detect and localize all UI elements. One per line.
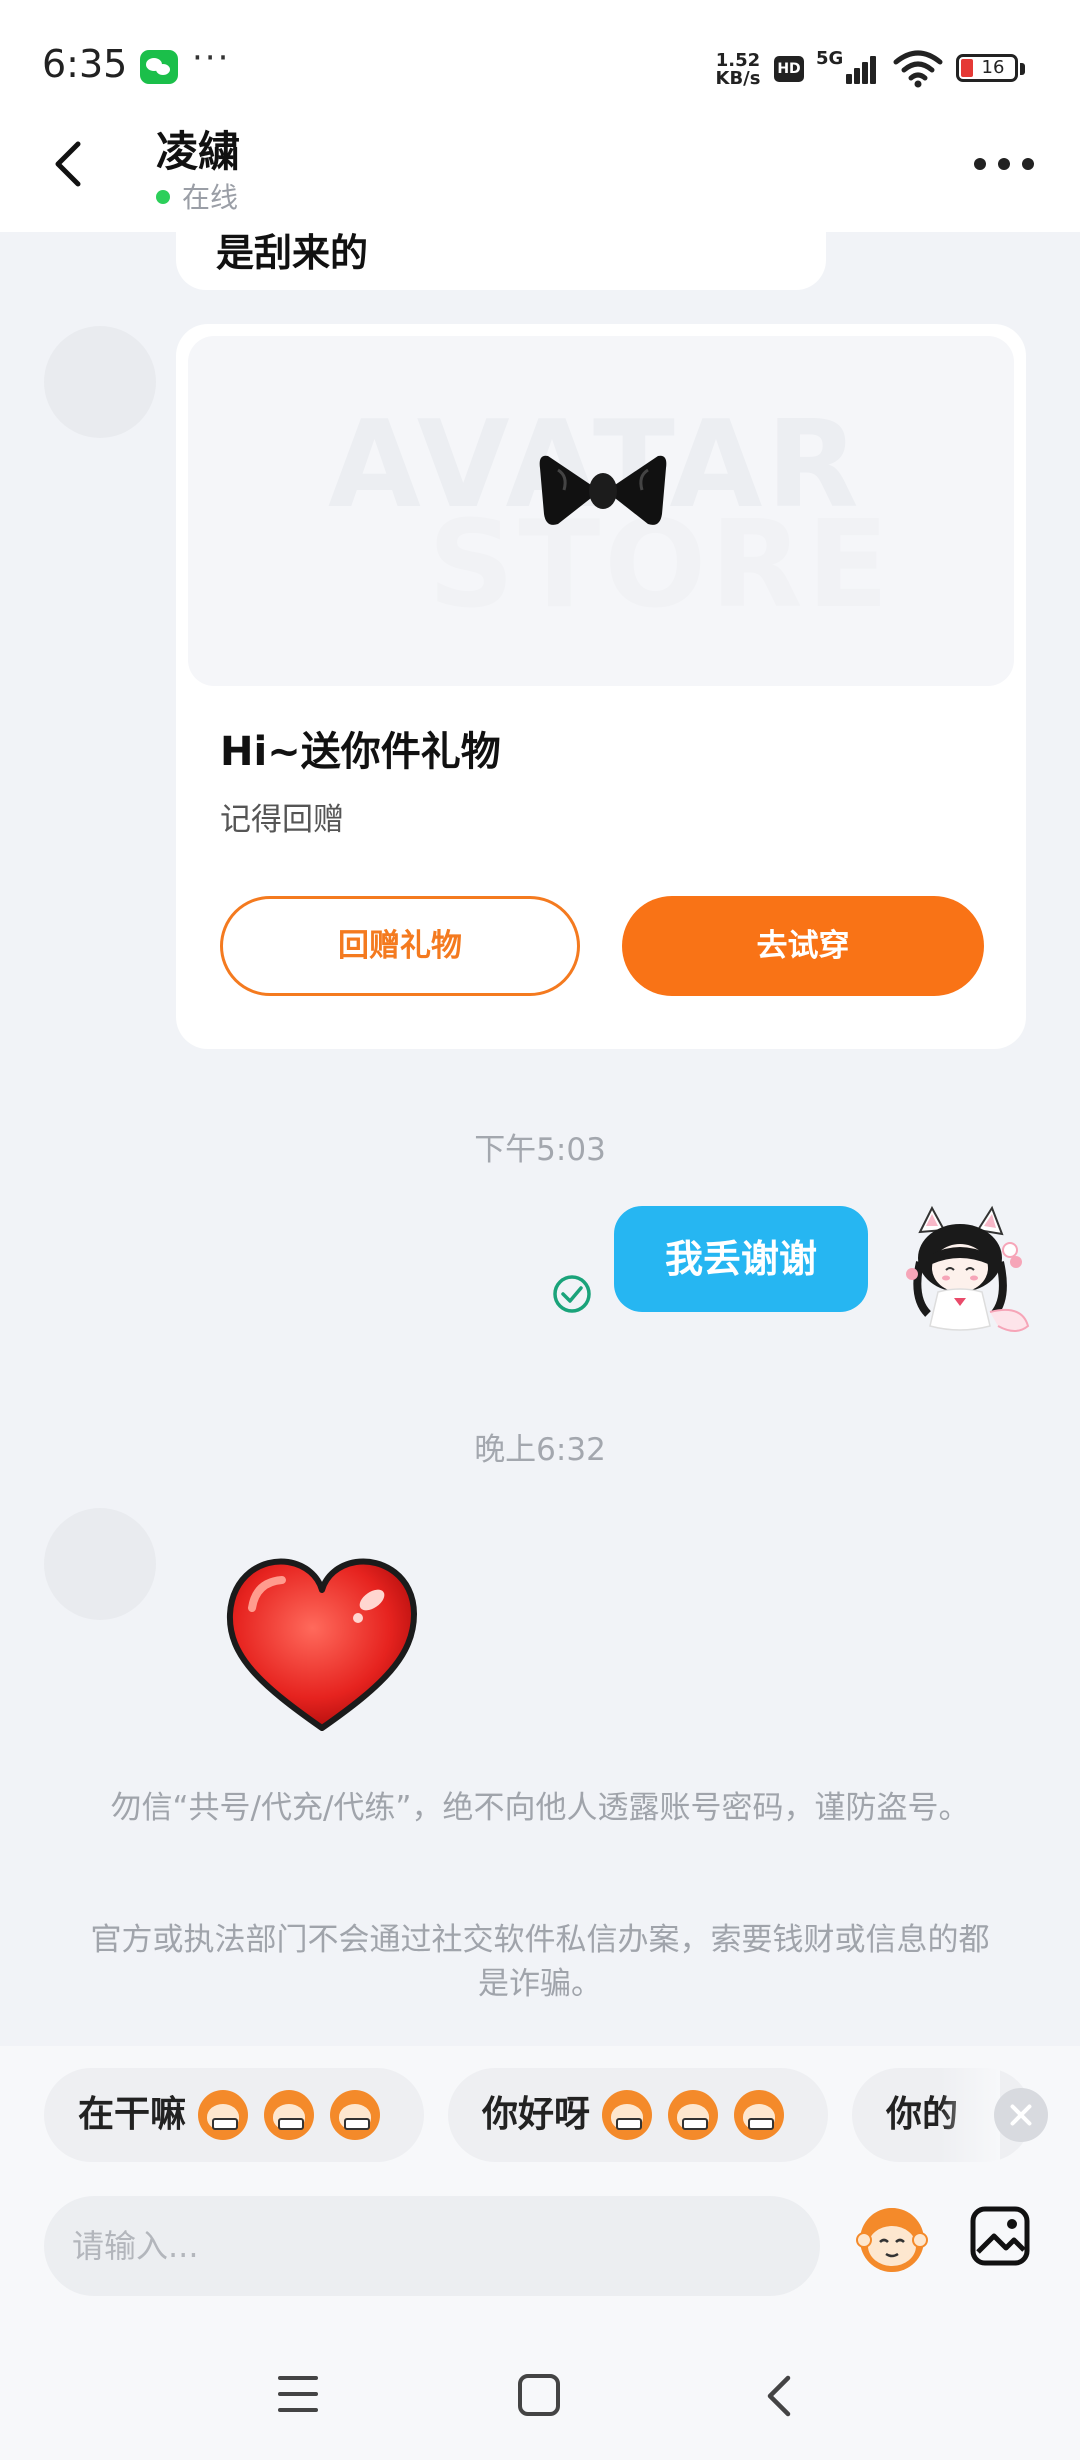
hd-badge: HD bbox=[774, 56, 804, 82]
quick-reply-chip[interactable]: 在干嘛 bbox=[44, 2068, 424, 2162]
battery-icon: 16 bbox=[956, 54, 1018, 82]
quick-reply-chip[interactable]: 你好呀 bbox=[448, 2068, 828, 2162]
close-quick-replies-button[interactable] bbox=[994, 2088, 1048, 2142]
image-picker-button[interactable] bbox=[968, 2204, 1032, 2268]
gift-image[interactable]: AVATAR STORE bbox=[188, 336, 1014, 686]
system-nav-bar bbox=[0, 2320, 1080, 2460]
back-icon[interactable] bbox=[760, 2372, 800, 2420]
my-avatar[interactable] bbox=[898, 1202, 1038, 1342]
message-text: 是刮来的 bbox=[216, 232, 369, 275]
wechat-icon bbox=[140, 50, 178, 84]
chat-area[interactable]: 是刮来的 AVATAR STORE Hi~送你件礼物 记得回赠 回赠礼物 去试穿… bbox=[0, 232, 1080, 2046]
network-speed: 1.52 KB/s bbox=[712, 52, 764, 88]
online-status-dot bbox=[156, 190, 170, 204]
online-status-text: 在线 bbox=[182, 181, 239, 214]
return-gift-button[interactable]: 回赠礼物 bbox=[220, 896, 580, 996]
chat-header: 凌繍 在线 bbox=[0, 100, 1080, 232]
read-check-icon bbox=[553, 1275, 591, 1313]
gift-title: Hi~送你件礼物 bbox=[220, 729, 501, 775]
monkey-emoji-icon bbox=[198, 2090, 248, 2140]
message-timestamp: 晚上6:32 bbox=[474, 1432, 606, 1468]
try-on-button[interactable]: 去试穿 bbox=[622, 896, 984, 996]
message-bubble[interactable]: 是刮来的 bbox=[176, 232, 826, 290]
chip-fade bbox=[940, 2068, 1000, 2162]
fraud-notice: 官方或执法部门不会通过社交软件私信办案，索要钱财或信息的都是诈骗。 bbox=[90, 1922, 990, 2002]
battery-level: 16 bbox=[981, 57, 1005, 78]
contact-avatar[interactable] bbox=[44, 326, 156, 438]
signal-icon bbox=[834, 52, 880, 84]
message-input[interactable] bbox=[44, 2196, 820, 2296]
monkey-emoji-icon bbox=[668, 2090, 718, 2140]
message-timestamp: 下午5:03 bbox=[474, 1132, 606, 1168]
home-icon[interactable] bbox=[518, 2374, 560, 2416]
monkey-emoji-icon bbox=[602, 2090, 652, 2140]
menu-icon[interactable] bbox=[278, 2376, 324, 2414]
notification-more-icon: ··· bbox=[192, 38, 231, 78]
network-speed-unit: KB/s bbox=[715, 68, 761, 89]
battery-fill bbox=[961, 59, 973, 77]
wifi-icon bbox=[893, 50, 943, 88]
bow-tie-icon bbox=[539, 455, 667, 525]
monkey-emoji-icon bbox=[734, 2090, 784, 2140]
back-button[interactable] bbox=[42, 136, 98, 192]
battery-tip bbox=[1020, 63, 1025, 75]
sent-message-bubble[interactable]: 我丢谢谢 bbox=[614, 1206, 868, 1312]
contact-avatar[interactable] bbox=[44, 1508, 156, 1620]
monkey-emoji-icon bbox=[330, 2090, 380, 2140]
quick-reply-label: 你好呀 bbox=[482, 2094, 591, 2135]
status-time: 6:35 bbox=[42, 42, 128, 86]
gift-card[interactable]: AVATAR STORE Hi~送你件礼物 记得回赠 回赠礼物 去试穿 bbox=[176, 324, 1026, 1049]
gift-subtitle: 记得回赠 bbox=[220, 802, 344, 838]
monkey-emoji-icon bbox=[264, 2090, 314, 2140]
emoji-button[interactable] bbox=[852, 2196, 932, 2276]
contact-name[interactable]: 凌繍 bbox=[156, 118, 240, 179]
more-menu-button[interactable] bbox=[968, 144, 1040, 184]
safety-notice: 勿信“共号/代充/代练”，绝不向他人透露账号密码，谨防盗号。 bbox=[110, 1790, 970, 1826]
quick-reply-label: 在干嘛 bbox=[78, 2094, 187, 2135]
heart-sticker[interactable] bbox=[222, 1552, 422, 1742]
